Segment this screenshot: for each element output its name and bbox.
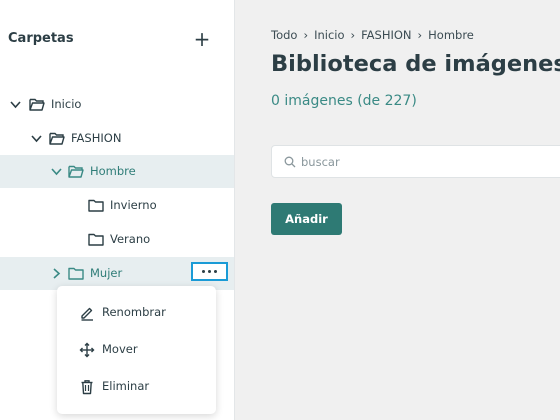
more-horizontal-icon[interactable] — [191, 262, 228, 281]
breadcrumb-item[interactable]: FASHION — [361, 28, 411, 42]
folder-icon — [68, 267, 84, 280]
tree-item-label: Verano — [110, 232, 151, 246]
search-icon — [284, 156, 296, 168]
breadcrumb-item[interactable]: Inicio — [314, 28, 344, 42]
menu-item-label: Eliminar — [102, 379, 150, 393]
chevron-right-icon: › — [303, 28, 309, 42]
tree-item-fashion[interactable]: FASHION — [0, 122, 234, 155]
menu-item-label: Renombrar — [102, 305, 166, 319]
tree-item-label: FASHION — [71, 131, 122, 145]
search-box[interactable] — [271, 145, 560, 178]
chevron-down-icon[interactable] — [30, 132, 43, 145]
folder-open-icon — [68, 165, 84, 178]
tree-item-inicio[interactable]: Inicio — [0, 88, 234, 121]
tree-item-verano[interactable]: Verano — [0, 223, 234, 256]
tree-item-invierno[interactable]: Invierno — [0, 189, 234, 222]
plus-icon[interactable]: + — [192, 29, 212, 50]
tree-item-label: Inicio — [51, 97, 82, 111]
trash-icon — [81, 380, 93, 395]
folder-open-icon — [29, 98, 45, 111]
page-title: Biblioteca de imágenes — [271, 51, 560, 77]
search-input[interactable] — [301, 153, 541, 171]
tree-item-hombre[interactable]: Hombre — [0, 155, 234, 188]
folder-context-menu: Renombrar Mover Eliminar — [57, 286, 216, 414]
folder-icon — [88, 233, 104, 246]
pencil-icon — [81, 307, 93, 321]
add-button[interactable]: Añadir — [271, 203, 342, 235]
chevron-right-icon: › — [350, 28, 356, 42]
menu-item-move[interactable]: Mover — [57, 335, 216, 365]
move-icon — [79, 342, 95, 358]
menu-item-rename[interactable]: Renombrar — [57, 298, 216, 328]
tree-item-label: Mujer — [90, 266, 123, 280]
chevron-right-icon: › — [417, 28, 423, 42]
breadcrumb-item: Hombre — [428, 28, 474, 42]
breadcrumb-item[interactable]: Todo — [271, 28, 297, 42]
image-count: 0 imágenes (de 227) — [271, 93, 417, 109]
folder-open-icon — [49, 132, 65, 145]
menu-item-label: Mover — [102, 342, 138, 356]
menu-item-delete[interactable]: Eliminar — [57, 372, 216, 402]
sidebar-title: Carpetas — [8, 31, 74, 46]
tree-item-label: Invierno — [110, 198, 157, 212]
chevron-down-icon[interactable] — [50, 165, 63, 178]
tree-item-label: Hombre — [90, 164, 136, 178]
folder-icon — [88, 199, 104, 212]
main-panel: Todo › Inicio › FASHION › Hombre Biblioteca de… — [236, 0, 560, 420]
chevron-right-icon[interactable] — [50, 267, 63, 280]
chevron-down-icon[interactable] — [9, 98, 22, 111]
breadcrumb: Todo › Inicio › FASHION › Hombre — [271, 28, 474, 42]
sidebar-header: Carpetas + — [8, 29, 218, 50]
